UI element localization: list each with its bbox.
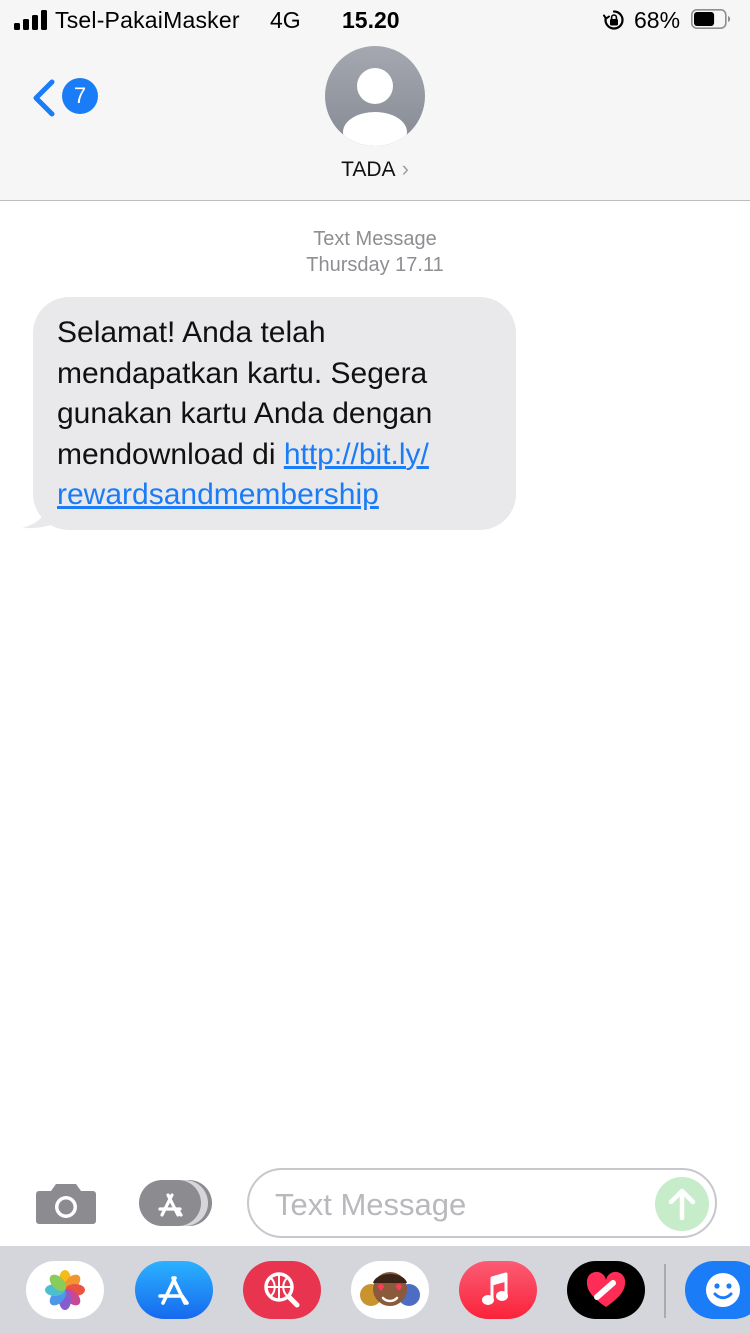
contact-name: TADA xyxy=(341,158,396,181)
message-service-label: Text Message xyxy=(313,228,437,250)
person-icon xyxy=(343,68,407,146)
battery-percentage: 68% xyxy=(634,7,681,33)
message-input-field[interactable] xyxy=(247,1168,717,1238)
message-input[interactable] xyxy=(273,1182,647,1228)
back-button[interactable]: 7 xyxy=(28,74,102,122)
strip-divider xyxy=(664,1264,666,1318)
conversation-header: 7 TADA › xyxy=(0,40,750,201)
message-timestamp: Thursday 17.11 xyxy=(306,254,444,276)
orientation-lock-icon xyxy=(603,10,624,30)
chevron-right-icon: › xyxy=(401,156,409,181)
chevron-left-icon xyxy=(33,79,55,117)
message-link-part-2: rewardsandmembership xyxy=(57,478,379,511)
emoji-icon[interactable] xyxy=(685,1261,750,1319)
network-type: 4G xyxy=(270,7,301,33)
camera-icon[interactable] xyxy=(35,1179,97,1227)
send-button[interactable] xyxy=(655,1177,709,1231)
battery-icon xyxy=(691,9,731,29)
signal-icon xyxy=(14,10,48,30)
app-drawer-icon[interactable] xyxy=(138,1179,212,1227)
web-search-icon[interactable] xyxy=(243,1261,321,1319)
imessage-app-strip xyxy=(0,1246,750,1334)
digital-touch-icon[interactable] xyxy=(567,1261,645,1319)
status-bar: Tsel-PakaiMasker 4G 15.20 68% xyxy=(0,0,750,40)
carrier-name: Tsel-PakaiMasker xyxy=(55,7,240,33)
incoming-message[interactable]: Selamat! Anda telah mendapatkan kartu. S… xyxy=(22,297,516,530)
contact-name-button[interactable]: TADA › xyxy=(0,156,750,182)
contact-avatar[interactable] xyxy=(325,46,425,146)
message-bubble: Selamat! Anda telah mendapatkan kartu. S… xyxy=(33,297,516,530)
app-store-icon[interactable] xyxy=(135,1261,213,1319)
photos-app-icon[interactable] xyxy=(26,1261,104,1319)
unread-count-badge: 7 xyxy=(62,78,98,114)
music-icon[interactable] xyxy=(459,1261,537,1319)
clock: 15.20 xyxy=(342,7,400,33)
message-link-part-1: http://bit.ly/ xyxy=(283,437,429,471)
memoji-stickers-icon[interactable] xyxy=(351,1261,429,1319)
arrow-up-icon xyxy=(668,1188,696,1221)
